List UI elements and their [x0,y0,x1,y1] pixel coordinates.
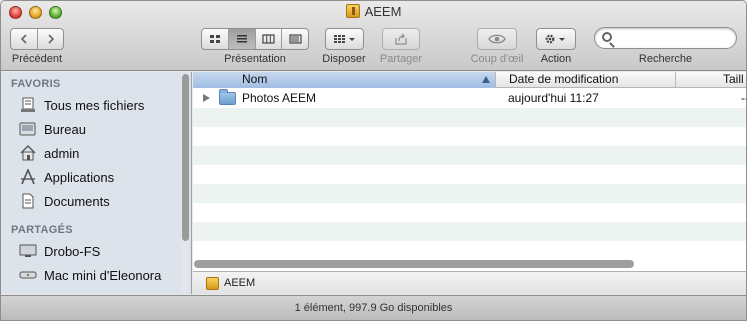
empty-row [193,184,746,203]
dropdown-arrow-icon [559,38,565,41]
sidebar-item-documents[interactable]: Documents [1,189,179,213]
column-size-header[interactable]: Taill [675,72,746,88]
arrange-grid-icon [333,35,355,43]
empty-row [193,146,746,165]
coverflow-icon [289,34,302,44]
column-view-button[interactable] [254,29,282,49]
chevron-left-icon [21,34,27,44]
eye-icon [488,34,506,44]
back-forward-control [10,28,64,50]
quick-look-button[interactable] [477,28,517,50]
search-icon [602,32,612,42]
search-field[interactable] [594,27,737,49]
coverflow-view-button[interactable] [281,29,308,49]
shared-heading: PARTAGÉS [11,224,73,236]
empty-row [193,222,746,241]
file-modified: aujourd'hui 11:27 [508,91,599,105]
disclosure-triangle-icon[interactable] [203,94,210,102]
documents-icon [18,193,37,209]
share-label: Partager [379,53,423,65]
dropdown-arrow-icon [348,38,355,41]
sidebar-item-home[interactable]: admin [1,141,179,165]
usb-drive-icon [206,276,219,290]
favorites-heading: FAVORIS [11,78,61,90]
search-label: Recherche [638,53,693,65]
sidebar-scrollbar-thumb[interactable] [182,74,189,241]
status-bar: 1 élément, 997.9 Go disponibles [1,295,746,320]
sidebar-item-label: Mac mini d'Eleonora [44,267,162,283]
forward-button[interactable] [37,29,63,49]
sidebar-item-label: Drobo-FS [44,243,101,259]
sidebar-item-desktop[interactable]: Bureau [1,117,179,141]
sidebar-scrollbar[interactable] [181,74,189,292]
search-input[interactable] [617,30,729,46]
window-title: AEEM [1,4,746,19]
columns-icon [262,34,275,44]
column-size-label: Taill [723,72,744,86]
column-modified-label: Date de modification [509,72,619,86]
sidebar-item-all-files[interactable]: Tous mes fichiers [1,93,179,117]
chevron-right-icon [48,34,54,44]
share-button-content [383,29,419,49]
quick-look-label: Coup d'œil [470,53,524,65]
column-name-label: Nom [242,72,268,86]
sort-ascending-icon [482,76,490,83]
sidebar-item-label: Tous mes fichiers [44,97,145,113]
column-header: Nom Date de modification Taill [193,72,746,88]
horizontal-scrollbar[interactable] [194,260,634,268]
empty-row [193,165,746,184]
view-label: Présentation [224,53,286,65]
sidebar: FAVORIS Tous mes fichiers Bureau admin A… [1,72,192,294]
usb-drive-icon [345,4,360,18]
icon-grid-icon [210,35,221,43]
arrange-button[interactable] [325,28,364,50]
list-view-button[interactable] [228,29,255,49]
icon-view-button[interactable] [202,29,228,49]
empty-row [193,203,746,222]
action-label: Action [540,53,572,65]
file-rows: Photos AEEM aujourd'hui 11:27 -- [193,89,746,260]
mac-mini-icon [18,267,37,283]
arrange-label: Disposer [322,53,366,65]
folder-icon [219,89,236,105]
sidebar-item-mac-mini[interactable]: Mac mini d'Eleonora [1,263,179,287]
sidebar-item-label: admin [44,145,80,161]
sidebar-item-label: Documents [44,193,110,209]
view-mode-control [201,28,309,50]
empty-row [193,127,746,146]
sidebar-item-label: Bureau [44,121,86,137]
status-text: 1 élément, 997.9 Go disponibles [294,302,453,314]
home-icon [18,145,37,161]
action-button[interactable] [536,28,576,50]
file-size: -- [741,91,746,105]
empty-row [193,108,746,127]
sidebar-item-label: Applications [44,169,115,185]
gear-icon [545,34,565,44]
network-display-icon [18,243,37,259]
list-lines-icon [237,35,248,43]
toolbar: AEEM Précédent Présentation Disposer Par… [1,1,746,71]
back-button[interactable] [11,29,37,49]
file-list: Nom Date de modification Taill Photos AE… [193,72,746,294]
arrange-button-content [326,29,363,49]
sidebar-item-applications[interactable]: Applications [1,165,179,189]
back-label: Précédent [11,53,63,65]
share-button[interactable] [382,28,420,50]
desktop-icon [18,121,37,137]
applications-icon [18,169,37,185]
column-name-header[interactable]: Nom [193,72,495,88]
all-files-icon [18,97,37,113]
column-modified-header[interactable]: Date de modification [495,72,675,88]
path-item[interactable]: AEEM [224,277,255,289]
sidebar-item-drobo-fs[interactable]: Drobo-FS [1,239,179,263]
table-row[interactable]: Photos AEEM aujourd'hui 11:27 -- [193,89,746,108]
share-icon [395,33,407,45]
finder-window: AEEM Précédent Présentation Disposer Par… [0,0,747,321]
quick-look-button-content [478,29,516,49]
empty-row [193,241,746,260]
file-name: Photos AEEM [242,91,317,105]
action-button-content [537,29,575,49]
path-bar: AEEM [193,271,746,294]
